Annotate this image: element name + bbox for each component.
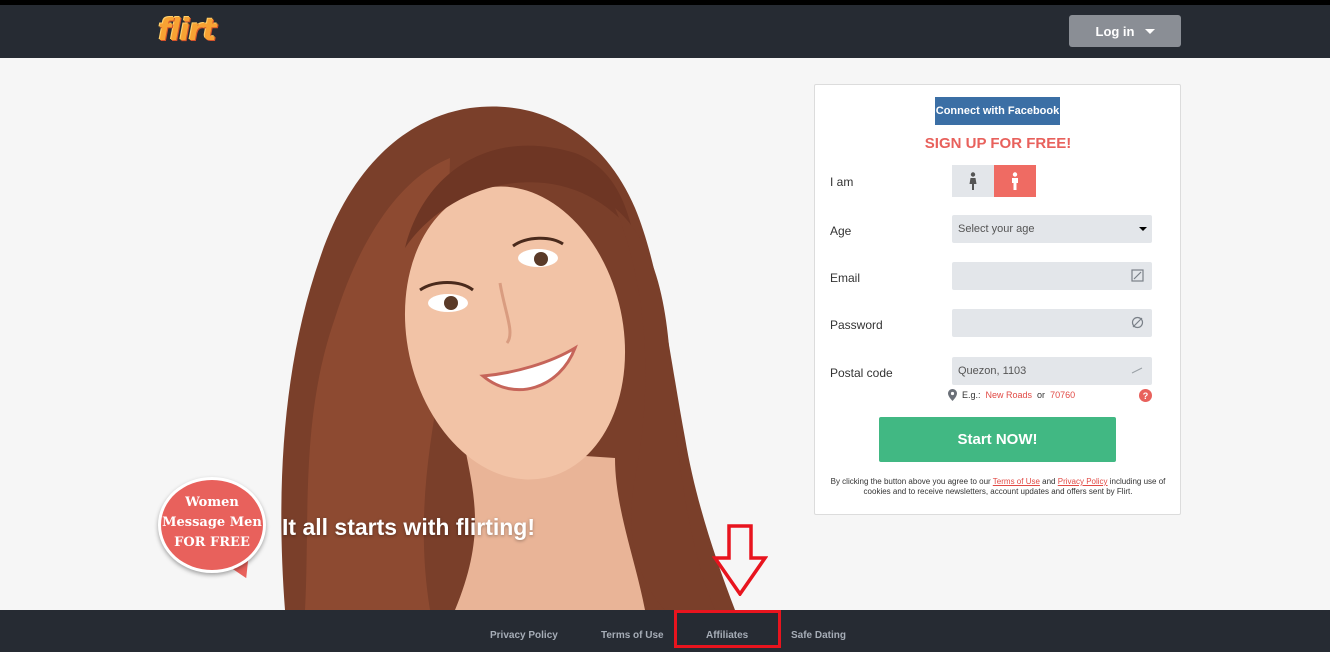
women-message-free-badge: Women Message Men FOR FREE (158, 477, 266, 584)
legal-part-1: By clicking the button above you agree t… (830, 477, 991, 486)
login-button-label: Log in (1095, 23, 1135, 39)
legal-text: By clicking the button above you agree t… (830, 477, 1166, 497)
footer-link-terms-of-use[interactable]: Terms of Use (601, 630, 664, 641)
postal-code-field[interactable] (958, 358, 1128, 384)
down-arrow-icon (712, 524, 768, 596)
iam-label: I am (830, 175, 854, 189)
signup-title: SIGN UP FOR FREE! (924, 135, 1072, 152)
bubble-line-2: Message Men (162, 515, 262, 530)
password-field-wrap (952, 309, 1152, 337)
header: flirt Log in (0, 5, 1330, 58)
footer-link-safe-dating[interactable]: Safe Dating (791, 630, 846, 641)
password-field-icon (1131, 316, 1144, 329)
male-icon (1012, 172, 1018, 190)
postal-hint: E.g.: New Roads or 70760 (948, 389, 1075, 401)
postal-label: Postal code (830, 366, 893, 380)
hint-or: or (1037, 390, 1046, 400)
hint-example-1[interactable]: New Roads (986, 390, 1033, 400)
password-field[interactable] (958, 310, 1128, 336)
bubble-line-1: Women (185, 495, 239, 510)
privacy-policy-link[interactable]: Privacy Policy (1058, 477, 1108, 486)
flirt-logo[interactable]: flirt (158, 13, 217, 48)
start-now-button[interactable]: Start NOW! (879, 417, 1116, 462)
postal-field-wrap (952, 357, 1152, 385)
age-select[interactable]: Select your age (952, 215, 1152, 243)
annotation-highlight-box (674, 610, 781, 648)
email-field-wrap (952, 262, 1152, 290)
email-field[interactable] (958, 263, 1128, 289)
footer-link-privacy-policy[interactable]: Privacy Policy (490, 630, 558, 641)
help-icon[interactable]: ? (1139, 389, 1152, 402)
gender-female-option[interactable] (952, 165, 994, 197)
female-icon (969, 172, 977, 190)
chevron-down-icon (1139, 227, 1147, 231)
hint-example-2[interactable]: 70760 (1050, 390, 1075, 400)
bubble-text: Women Message Men FOR FREE (158, 493, 266, 553)
edit-icon (1131, 367, 1143, 374)
login-button[interactable]: Log in (1069, 15, 1181, 47)
password-label: Password (830, 318, 883, 332)
age-select-value: Select your age (958, 223, 1035, 235)
hero-tagline: It all starts with flirting! (282, 514, 536, 540)
gender-male-option[interactable] (994, 165, 1036, 197)
bubble-line-3: FOR FREE (174, 535, 250, 550)
terms-of-use-link[interactable]: Terms of Use (993, 477, 1040, 486)
caret-down-icon (1144, 28, 1155, 34)
signup-card: Connect with Facebook SIGN UP FOR FREE! … (814, 84, 1181, 515)
location-pin-icon (948, 389, 957, 401)
footer: Privacy Policy Terms of Use Affiliates S… (0, 610, 1330, 652)
connect-facebook-button[interactable]: Connect with Facebook (935, 97, 1060, 125)
email-field-icon (1131, 269, 1144, 282)
email-label: Email (830, 271, 861, 285)
age-label: Age (830, 224, 852, 238)
gender-selector (952, 165, 1036, 197)
legal-and: and (1042, 477, 1056, 486)
hint-prefix: E.g.: (962, 390, 981, 400)
